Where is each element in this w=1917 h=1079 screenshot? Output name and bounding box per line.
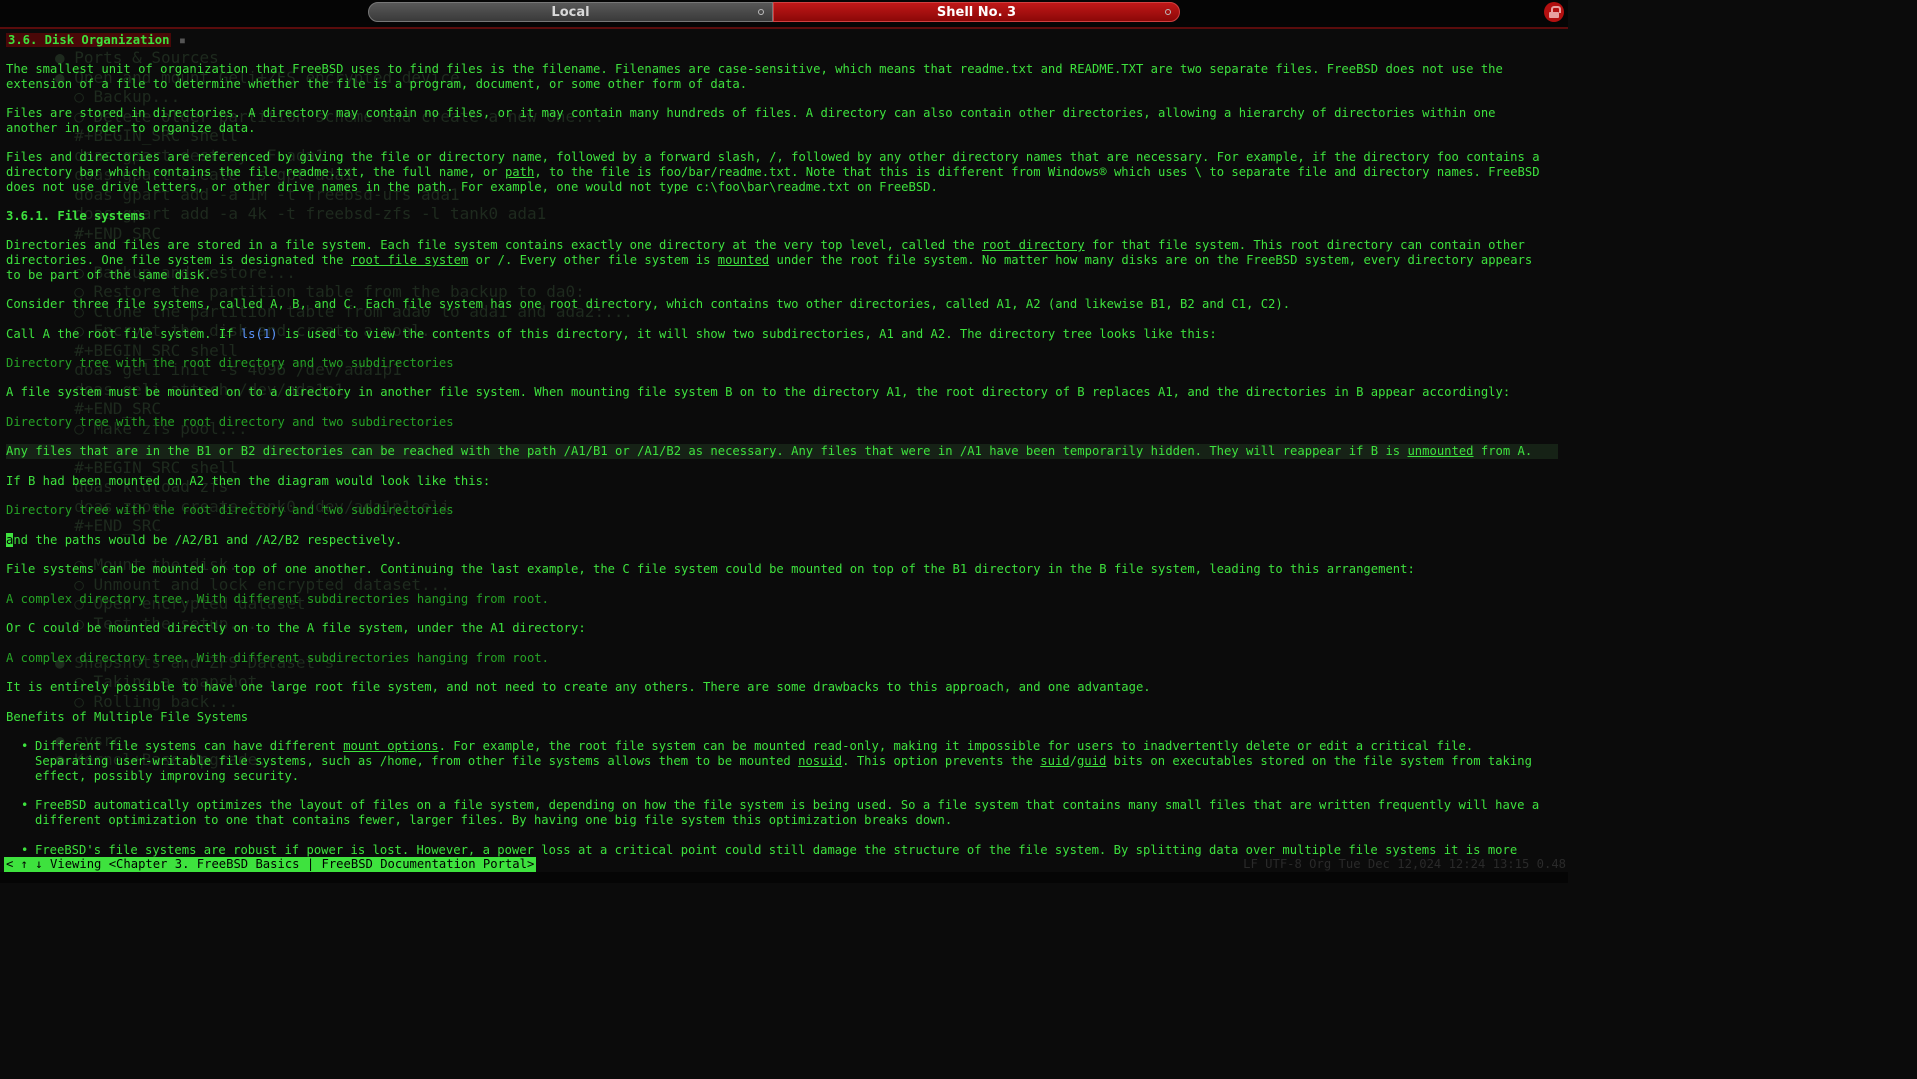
section-heading: 3.6. Disk Organization ▪ <box>6 33 187 47</box>
figure-caption: A complex directory tree. With different… <box>6 651 549 665</box>
status-viewing: < ↑ ↓ Viewing <Chapter 3. FreeBSD Basics… <box>4 857 537 872</box>
paragraph: The smallest unit of organization that F… <box>6 62 1503 76</box>
ghost-line <box>55 633 955 653</box>
tab-local[interactable]: Local <box>368 2 773 22</box>
figure-caption: Directory tree with the root directory a… <box>6 415 454 429</box>
tab-shell-no-3[interactable]: Shell No. 3 <box>773 2 1180 22</box>
paragraph: and the paths would be /A2/B1 and /A2/B2… <box>6 533 403 547</box>
tab-local-label: Local <box>551 5 590 20</box>
link-ls-manpage[interactable]: ls(1) <box>241 327 278 341</box>
paragraph-highlighted: Any files that are in the B1 or B2 direc… <box>6 444 1558 459</box>
paragraph: Or C could be mounted directly on to the… <box>6 621 586 635</box>
paragraph: directories. One file system is designat… <box>6 253 1533 267</box>
bullet-icon: • <box>21 739 29 753</box>
benefits-title: Benefits of Multiple File Systems <box>6 710 249 724</box>
link-nosuid[interactable]: nosuid <box>798 754 842 768</box>
link-mount-options[interactable]: mount options <box>343 739 438 753</box>
paragraph: Call A the root file system. If ls(1) is… <box>6 327 1217 341</box>
tab-shell-label: Shell No. 3 <box>936 5 1017 20</box>
link-path[interactable]: path <box>505 165 534 179</box>
figure-caption: Directory tree with the root directory a… <box>6 503 454 517</box>
link-root-directory[interactable]: root directory <box>982 238 1085 252</box>
paragraph: Files are stored in directories. A direc… <box>6 106 1496 120</box>
lock-icon[interactable] <box>1544 2 1564 22</box>
paragraph: another in order to organize data. <box>6 121 256 135</box>
paragraph: A file system must be mounted on to a di… <box>6 385 1511 399</box>
paragraph: to be part of the same disk. <box>6 268 212 282</box>
paragraph: Files and directories are referenced by … <box>6 150 1540 164</box>
paragraph: If B had been mounted on A2 then the dia… <box>6 474 491 488</box>
paragraph: directory bar which contains the file re… <box>6 165 1540 179</box>
subsection-heading: 3.6.1. File systems <box>6 209 146 223</box>
bottom-strip <box>0 872 1568 883</box>
figure-caption: A complex directory tree. With different… <box>6 592 549 606</box>
paragraph: It is entirely possible to have one larg… <box>6 680 1151 694</box>
link-root-file-system[interactable]: root file system <box>351 253 468 267</box>
link-guid[interactable]: guid <box>1077 754 1106 768</box>
link-mounted[interactable]: mounted <box>718 253 769 267</box>
bullet-icon: • <box>21 843 29 857</box>
paragraph: does not use drive letters, or other dri… <box>6 180 938 194</box>
tab-close-icon[interactable] <box>1165 9 1171 15</box>
link-unmounted[interactable]: unmounted <box>1407 444 1473 458</box>
paragraph: Consider three file systems, called A, B… <box>6 297 1291 311</box>
paragraph: Directories and files are stored in a fi… <box>6 238 1525 252</box>
bullet-icon: • <box>21 798 29 812</box>
tab-close-icon[interactable] <box>758 9 764 15</box>
status-bar: < ↑ ↓ Viewing <Chapter 3. FreeBSD Basics… <box>0 857 1568 872</box>
figure-caption: Directory tree with the root directory a… <box>6 356 454 370</box>
paragraph: extension of a file to determine whether… <box>6 77 748 91</box>
link-suid[interactable]: suid <box>1040 754 1069 768</box>
paragraph: File systems can be mounted on top of on… <box>6 562 1415 576</box>
tab-bar: Local Shell No. 3 <box>0 0 1568 29</box>
status-info: LF UTF-8 Org Tue Dec 12,024 12:24 13:15 … <box>1243 857 1566 871</box>
